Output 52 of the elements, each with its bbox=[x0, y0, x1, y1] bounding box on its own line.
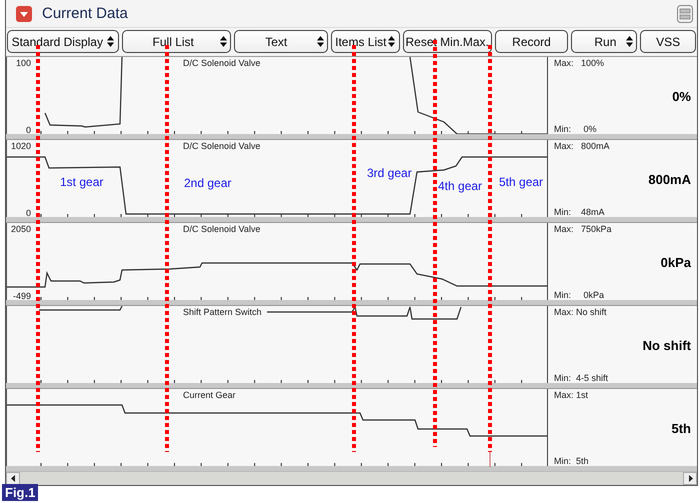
current-value: No shift bbox=[642, 336, 691, 354]
spinner-icon bbox=[106, 36, 114, 47]
plot-title: Current Gear bbox=[183, 390, 236, 400]
max-reading: Max: No shift bbox=[554, 307, 608, 317]
min-reading: Min: 4-5 shift bbox=[554, 373, 610, 383]
left-arrow-icon bbox=[10, 475, 16, 482]
min-reading: Min: 48mA bbox=[554, 207, 606, 217]
spinner-icon bbox=[220, 36, 228, 47]
spinner-icon bbox=[388, 36, 396, 47]
max-reading: Max: 1st bbox=[554, 390, 590, 400]
toolbar-button[interactable]: Record bbox=[494, 30, 568, 53]
current-value: 0kPa bbox=[660, 254, 691, 272]
window-title: Current Data bbox=[42, 5, 129, 22]
spinner-icon bbox=[316, 36, 324, 47]
toolbar-button[interactable]: VSS bbox=[640, 30, 696, 53]
min-reading: Min: 5th bbox=[554, 456, 590, 466]
axis-max-label: 1020 bbox=[10, 141, 31, 151]
toolbar-button[interactable]: Full List bbox=[122, 30, 232, 53]
gear-label: 3rd gear bbox=[367, 166, 412, 180]
axis-min-label: 0 bbox=[26, 125, 31, 134]
plot-title: D/C Solenoid Valve bbox=[183, 141, 260, 151]
collapse-icon[interactable] bbox=[16, 6, 32, 22]
toolbar-button[interactable]: Text bbox=[234, 30, 328, 53]
toolbar-button[interactable]: Items List bbox=[330, 30, 400, 53]
layout-icon[interactable] bbox=[677, 4, 693, 22]
horizontal-scrollbar[interactable] bbox=[6, 471, 697, 485]
max-reading: Max: 800mA bbox=[554, 141, 611, 151]
right-arrow-icon bbox=[688, 475, 692, 482]
gear-label: 1st gear bbox=[60, 175, 104, 189]
spinner-icon bbox=[626, 36, 634, 47]
scroll-left-button[interactable] bbox=[6, 472, 20, 485]
min-reading: Min: 0% bbox=[554, 124, 598, 134]
axis-min-label: 0 bbox=[26, 208, 31, 217]
plot-title: Shift Pattern Switch bbox=[183, 307, 262, 317]
axis-max-label: 100 bbox=[16, 58, 31, 68]
max-reading: Max: 750kPa bbox=[554, 224, 613, 234]
scroll-right-button[interactable] bbox=[683, 472, 697, 485]
axis-max-label: 2050 bbox=[10, 224, 31, 234]
toolbar-button[interactable]: Standard Display bbox=[7, 30, 119, 53]
gear-label: 2nd gear bbox=[184, 176, 232, 190]
plot-title: D/C Solenoid Valve bbox=[183, 58, 260, 68]
figure-label: Fig.1 bbox=[2, 484, 38, 501]
current-value: 800mA bbox=[647, 170, 691, 188]
min-reading: Min: 0kPa bbox=[554, 290, 606, 300]
gear-label: 5th gear bbox=[499, 175, 544, 189]
current-value: 5th bbox=[670, 420, 691, 438]
max-reading: Max: 100% bbox=[554, 58, 606, 68]
current-value: 0% bbox=[671, 88, 691, 106]
plot-title: D/C Solenoid Valve bbox=[183, 224, 260, 234]
toolbar-button[interactable]: Run bbox=[571, 30, 638, 53]
axis-min-label: -499 bbox=[12, 291, 31, 300]
gear-label: 4th gear bbox=[438, 179, 482, 193]
